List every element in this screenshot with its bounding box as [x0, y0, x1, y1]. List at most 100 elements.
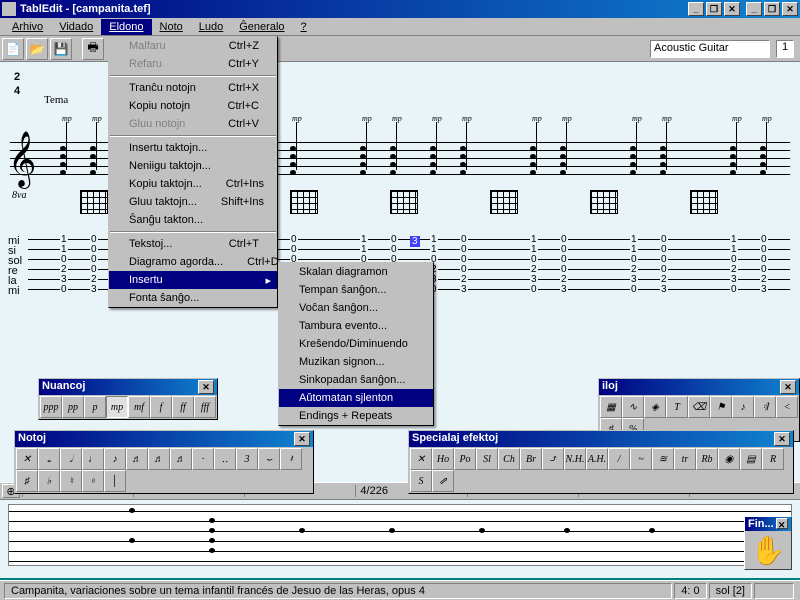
- menu-item[interactable]: Tranĉu notojnCtrl+X: [109, 79, 277, 97]
- menu-item[interactable]: Voĉan ŝanĝon...: [279, 299, 433, 317]
- menu-vidado[interactable]: Vidado: [51, 19, 101, 35]
- palette-button-pp[interactable]: pp: [62, 396, 84, 418]
- menu-arhivo[interactable]: Arhivo: [4, 19, 51, 35]
- menu-item[interactable]: Kopiu taktojn...Ctrl+Ins: [109, 175, 277, 193]
- palette-button-Rb[interactable]: Rb: [696, 448, 718, 470]
- menu-item[interactable]: Tekstoj...Ctrl+T: [109, 235, 277, 253]
- menu-item[interactable]: Muzikan signon...: [279, 353, 433, 371]
- doc-minimize-button[interactable]: _: [688, 2, 704, 16]
- menu-item[interactable]: Sinkopadan ŝanĝon...: [279, 371, 433, 389]
- palette-button-ppp[interactable]: ppp: [40, 396, 62, 418]
- palette-button-Br[interactable]: Br: [520, 448, 542, 470]
- palette-close-icon[interactable]: ✕: [294, 432, 310, 446]
- palette-button-Ho[interactable]: Ho: [432, 448, 454, 470]
- palette-button-repeat[interactable]: 𝄇: [754, 396, 776, 418]
- palette-button-rest[interactable]: 𝄽: [280, 448, 302, 470]
- menu-item[interactable]: Diagramo agorda...Ctrl+D: [109, 253, 277, 271]
- menu-item[interactable]: Skalan diagramon: [279, 263, 433, 281]
- menu-item[interactable]: Kopiu notojnCtrl+C: [109, 97, 277, 115]
- open-button[interactable]: 📂: [26, 38, 48, 60]
- print-button[interactable]: 🖶: [82, 38, 104, 60]
- palette-button-text[interactable]: T: [666, 396, 688, 418]
- palette-button-rasq[interactable]: ▤: [740, 448, 762, 470]
- palette-button-tie[interactable]: ⌣: [258, 448, 280, 470]
- minimize-button[interactable]: _: [746, 2, 762, 16]
- palette-button-natural[interactable]: ♮: [60, 470, 82, 492]
- overview-tablature[interactable]: [8, 504, 792, 566]
- palette-button-64th[interactable]: ♬: [170, 448, 192, 470]
- menu-item[interactable]: Tempan ŝanĝon...: [279, 281, 433, 299]
- menu-item[interactable]: Gluu notojnCtrl+V: [109, 115, 277, 133]
- palette-button-trill[interactable]: tr: [674, 448, 696, 470]
- palette-button-R[interactable]: R: [762, 448, 784, 470]
- palette-button-x[interactable]: ✕: [16, 448, 38, 470]
- palette-special[interactable]: Specialaj efektoj✕ ✕HoPoSlChBr⤴N.H.A.H./…: [408, 430, 794, 494]
- palette-button-grace[interactable]: ᵍ: [82, 470, 104, 492]
- doc-maximize-button[interactable]: ❐: [706, 2, 722, 16]
- palette-close-icon[interactable]: ✕: [780, 380, 796, 394]
- palette-button-32nd[interactable]: ♬: [148, 448, 170, 470]
- instrument-number[interactable]: 1: [776, 40, 794, 58]
- palette-button-roll[interactable]: ◉: [718, 448, 740, 470]
- palette-button-unlink[interactable]: ⌫: [688, 396, 710, 418]
- menu-item[interactable]: MalfaruCtrl+Z: [109, 37, 277, 55]
- new-button[interactable]: 📄: [2, 38, 24, 60]
- palette-fingering[interactable]: Fin...✕ ✋: [744, 516, 792, 570]
- menu-ludo[interactable]: Ludo: [191, 19, 231, 35]
- menu-item[interactable]: Kreŝendo/Diminuendo: [279, 335, 433, 353]
- palette-button-whole[interactable]: 𝅝: [38, 448, 60, 470]
- palette-button-stem[interactable]: │: [104, 470, 126, 492]
- menu-item[interactable]: Insertu▸: [109, 271, 277, 289]
- maximize-button[interactable]: ❐: [764, 2, 780, 16]
- palette-button-cresc[interactable]: <: [776, 396, 798, 418]
- close-button[interactable]: ✕: [782, 2, 798, 16]
- palette-button-vib[interactable]: ~: [630, 448, 652, 470]
- menu-noto[interactable]: Noto: [152, 19, 191, 35]
- menu-help[interactable]: ?: [293, 19, 315, 35]
- palette-button-grid[interactable]: ▦: [600, 396, 622, 418]
- palette-button-mp[interactable]: mp: [106, 396, 128, 418]
- palette-button-quarter[interactable]: ♩: [82, 448, 104, 470]
- palette-button-curve[interactable]: ∿: [622, 396, 644, 418]
- menu-item[interactable]: RefaruCtrl+Y: [109, 55, 277, 73]
- menu-item[interactable]: Gluu taktojn...Shift+Ins: [109, 193, 277, 211]
- menu-item[interactable]: Endings + Repeats: [279, 407, 433, 425]
- palette-button-rake[interactable]: ⇗: [432, 470, 454, 492]
- palette-button-slide[interactable]: /: [608, 448, 630, 470]
- palette-button-nh[interactable]: N.H.: [564, 448, 586, 470]
- menu-item[interactable]: Tambura evento...: [279, 317, 433, 335]
- palette-close-icon[interactable]: ✕: [198, 380, 214, 394]
- menu-item[interactable]: Insertu taktojn...: [109, 139, 277, 157]
- menu-eldono[interactable]: Eldono: [101, 19, 151, 35]
- palette-button-half[interactable]: 𝅗𝅥: [60, 448, 82, 470]
- palette-button-dot[interactable]: ·: [192, 448, 214, 470]
- palette-close-icon[interactable]: ✕: [774, 432, 790, 446]
- palette-button-Ch[interactable]: Ch: [498, 448, 520, 470]
- save-button[interactable]: 💾: [50, 38, 72, 60]
- palette-button-mf[interactable]: mf: [128, 396, 150, 418]
- palette-button-eighth[interactable]: ♪: [104, 448, 126, 470]
- palette-button-flat[interactable]: ♭: [38, 470, 60, 492]
- palette-button-trm[interactable]: ≋: [652, 448, 674, 470]
- palette-button-x[interactable]: ✕: [410, 448, 432, 470]
- palette-close-icon[interactable]: ✕: [776, 518, 788, 529]
- palette-button-fff[interactable]: fff: [194, 396, 216, 418]
- palette-button-ddot[interactable]: ‥: [214, 448, 236, 470]
- palette-button-Sl[interactable]: Sl: [476, 448, 498, 470]
- palette-button-flag[interactable]: ⚑: [710, 396, 732, 418]
- palette-button-f[interactable]: f: [150, 396, 172, 418]
- palette-button-ah[interactable]: A.H.: [586, 448, 608, 470]
- menu-item[interactable]: Neniigu taktojn...: [109, 157, 277, 175]
- palette-button-bend[interactable]: ⤴: [542, 448, 564, 470]
- palette-button-p[interactable]: p: [84, 396, 106, 418]
- menu-item[interactable]: Ŝanĝu takton...: [109, 211, 277, 229]
- palette-nuancoj[interactable]: Nuancoj✕ ppppppmpmfffffff: [38, 378, 218, 420]
- palette-button-note[interactable]: ♪: [732, 396, 754, 418]
- palette-button-sharp[interactable]: ♯: [16, 470, 38, 492]
- edit-cursor[interactable]: 3: [410, 236, 420, 247]
- palette-button-S[interactable]: S: [410, 470, 432, 492]
- palette-button-marker[interactable]: ◈: [644, 396, 666, 418]
- menu-generalo[interactable]: Ĝeneralo: [231, 19, 292, 35]
- hand-icon[interactable]: ✋: [745, 531, 791, 569]
- palette-button-ff[interactable]: ff: [172, 396, 194, 418]
